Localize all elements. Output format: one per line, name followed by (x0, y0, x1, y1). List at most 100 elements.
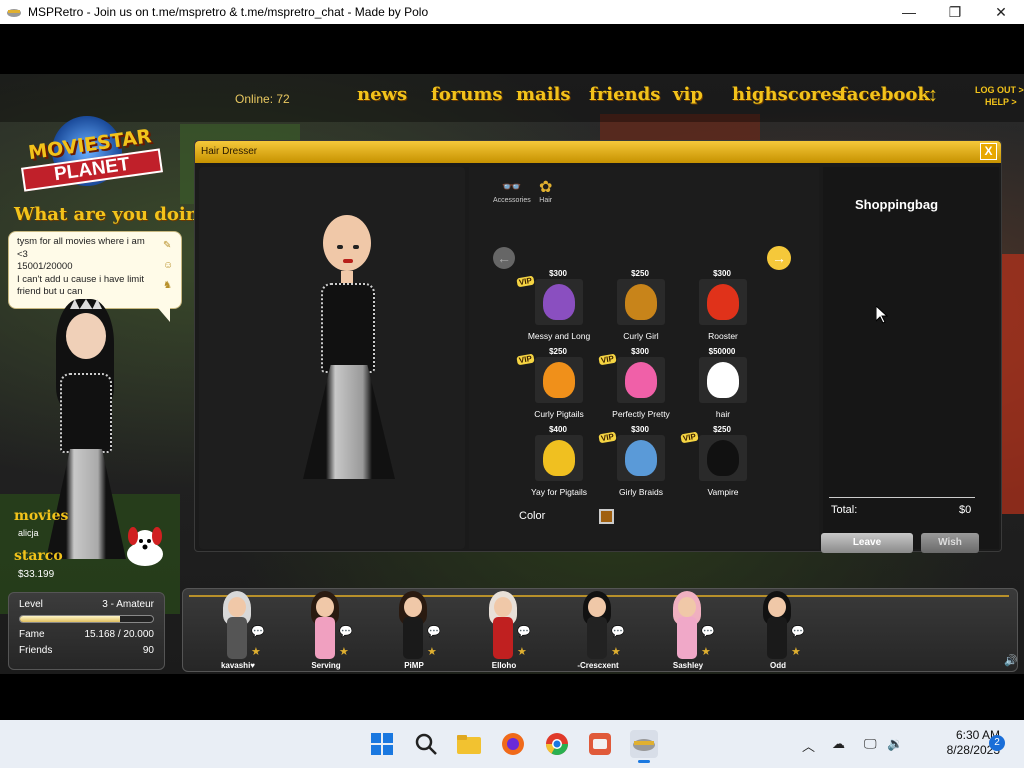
windows-taskbar: ︿ ☁ 🖵 🔉 6:30 AM 8/28/2023 2 (0, 720, 1024, 768)
hair-item-price: $300 (631, 425, 649, 434)
hair-item[interactable]: $250 Curly Girl (593, 269, 677, 345)
starcoins-label: starco (14, 548, 63, 564)
preview-stage (199, 167, 465, 549)
prev-page-arrow-icon[interactable]: ← (493, 247, 515, 269)
smiley-icon[interactable]: ☺ (163, 260, 173, 271)
hair-item[interactable]: $300 VIP Messy and Long (511, 269, 595, 345)
app-icon (6, 4, 22, 20)
chat-bubble-icon[interactable]: 💬 (791, 625, 807, 638)
friend-name: Elloho (491, 661, 517, 670)
next-page-arrow-icon[interactable]: → (767, 246, 791, 270)
minimize-button[interactable]: — (886, 0, 932, 24)
friend-avatar[interactable]: 💬 ★ Serving (291, 589, 361, 673)
app-launcher-icon[interactable] (586, 730, 614, 758)
pet-icon[interactable]: ★ (791, 645, 807, 658)
category-hair[interactable]: ✿ Hair (539, 177, 552, 204)
nav-vip[interactable]: vip (673, 84, 703, 105)
speaker-icon[interactable]: 🔊 (1004, 654, 1018, 667)
firefox-icon[interactable] (499, 730, 527, 758)
friend-avatar[interactable]: 💬 ★ PiMP (379, 589, 449, 673)
chrome-icon[interactable] (543, 730, 571, 758)
hair-item[interactable]: $300 VIP Perfectly Pretty (593, 347, 677, 423)
pet-icon[interactable]: ★ (517, 645, 533, 658)
notification-badge[interactable]: 2 (989, 735, 1005, 751)
nav-friends[interactable]: friends (589, 84, 660, 105)
logout-link[interactable]: LOG OUT > (975, 84, 1024, 96)
friend-avatar[interactable]: 💬 ★ -Crescxent (563, 589, 633, 673)
nav-mails[interactable]: mails (516, 84, 571, 105)
clock-date: 8/28/2023 (946, 743, 1000, 757)
hair-dresser-window: Hair Dresser X 👓 Accessories ✿ Hair ← → … (194, 140, 1002, 553)
hair-item[interactable]: $250 VIP Vampire (675, 425, 759, 501)
pet-icon[interactable]: ★ (339, 645, 355, 658)
pet-icon[interactable]: ★ (611, 645, 627, 658)
hair-item[interactable]: $300 VIP Girly Braids (593, 425, 677, 501)
onedrive-icon[interactable]: ☁ (832, 736, 845, 752)
status-bubble[interactable]: tysm for all movies where i am <3 15001/… (8, 231, 182, 309)
chat-bubble-icon[interactable]: 💬 (517, 625, 533, 638)
friend-avatar[interactable]: 💬 ★ Odd (743, 589, 813, 673)
moviestar-planet-logo: MOVIESTAR PLANET (12, 116, 163, 194)
hair-item-thumbnail[interactable] (617, 435, 665, 481)
nav-facebook[interactable]: facebook (839, 84, 930, 105)
hair-item-thumbnail[interactable] (535, 279, 583, 325)
hair-item-thumbnail[interactable] (699, 435, 747, 481)
chat-bubble-icon[interactable]: 💬 (701, 625, 717, 638)
friend-avatar[interactable]: 💬 ★ Sashley (653, 589, 723, 673)
mspretro-taskbar-icon[interactable] (630, 730, 658, 763)
wish-button[interactable]: Wish (921, 533, 979, 553)
hair-item[interactable]: $300 Rooster (675, 269, 759, 345)
maximize-button[interactable]: ❐ (932, 0, 978, 24)
hair-item-thumbnail[interactable] (535, 357, 583, 403)
friend-head (678, 597, 696, 617)
hair-item-thumbnail[interactable] (699, 279, 747, 325)
hair-dresser-close-button[interactable]: X (980, 143, 997, 160)
friend-avatar[interactable]: 💬 ★ kavashi♥ (203, 589, 273, 673)
volume-icon[interactable]: 🔉 (887, 736, 903, 752)
window-titlebar: MSPRetro - Join us on t.me/mspretro & t.… (0, 0, 1024, 24)
search-icon[interactable] (412, 730, 440, 758)
system-clock[interactable]: 6:30 AM 8/28/2023 (910, 728, 1000, 758)
friends-bar: 💬 ★ kavashi♥ 💬 ★ Serving 💬 ★ PiMP 💬 ★ Elloho 💬 ★ -Cres… (182, 588, 1018, 672)
pet-icon[interactable]: ★ (251, 645, 267, 658)
nav-forums[interactable]: forums (431, 84, 503, 105)
hair-item-thumbnail[interactable] (617, 279, 665, 325)
network-icon[interactable]: 🖵 (864, 736, 877, 752)
hair-item[interactable]: $50000 hair (675, 347, 759, 423)
pet-dog[interactable] (122, 524, 168, 570)
hair-item-thumbnail[interactable] (617, 357, 665, 403)
friend-head (316, 597, 334, 617)
tray-chevron-up-icon[interactable]: ︿ (802, 736, 815, 755)
chat-bubble-icon[interactable]: 💬 (427, 625, 443, 638)
pet-icon[interactable]: ★ (701, 645, 717, 658)
hair-item-thumbnail[interactable] (699, 357, 747, 403)
friend-head (494, 597, 512, 617)
friend-name: Sashley (672, 661, 704, 670)
file-explorer-icon[interactable] (455, 730, 483, 758)
nav-highscores[interactable]: highscores (732, 84, 842, 105)
expand-arrows-icon[interactable]: ↕ (928, 84, 938, 107)
preview-avatar (297, 215, 407, 485)
hair-item[interactable]: $250 VIP Curly Pigtails (511, 347, 595, 423)
hair-item[interactable]: $400 Yay for Pigtails (511, 425, 595, 501)
fame-label: Fame (19, 629, 45, 640)
close-window-button[interactable]: ✕ (978, 0, 1024, 24)
hair-item-price: $250 (549, 347, 567, 356)
status-line-3: I can't add u cause i have limit friend … (17, 273, 144, 298)
giraffe-icon[interactable]: ♞ (163, 280, 172, 291)
help-link[interactable]: HELP > (975, 96, 1024, 108)
windows-start-icon[interactable] (368, 730, 396, 758)
friend-avatar[interactable]: 💬 ★ Elloho (469, 589, 539, 673)
chat-bubble-icon[interactable]: 💬 (251, 625, 267, 638)
chat-bubble-icon[interactable]: 💬 (339, 625, 355, 638)
friends-label: Friends (19, 645, 53, 656)
chat-bubble-icon[interactable]: 💬 (611, 625, 627, 638)
pet-icon[interactable]: ★ (427, 645, 443, 658)
hair-item-thumbnail[interactable] (535, 435, 583, 481)
color-swatch[interactable] (599, 509, 614, 524)
category-hair-label: Hair (539, 197, 553, 204)
leave-button[interactable]: Leave (821, 533, 913, 553)
category-accessories[interactable]: 👓 Accessories (493, 177, 531, 204)
nav-news[interactable]: news (357, 84, 407, 105)
edit-icon[interactable]: ✎ (163, 240, 171, 251)
